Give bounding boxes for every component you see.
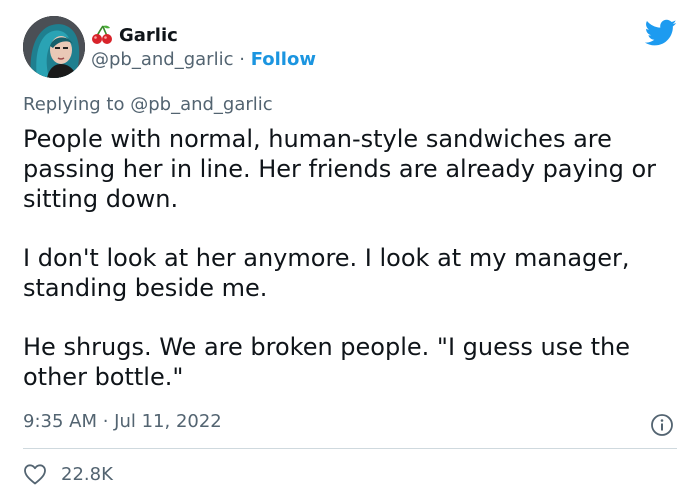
avatar[interactable] [23,16,85,78]
divider [23,448,677,449]
author-display-name[interactable]: Garlic [119,25,178,46]
tweet-paragraph: He shrugs. We are broken people. "I gues… [23,333,630,391]
tweet-embed: Garlic @pb_and_garlic · Follow Replying … [0,0,700,502]
author-name-row[interactable]: Garlic [91,22,178,48]
reply-context: Replying to @pb_and_garlic [23,94,273,115]
tweet-paragraph: People with normal, human-style sandwich… [23,125,657,213]
tweet-paragraph: I don't look at her anymore. I look at m… [23,244,630,302]
heart-icon [24,464,46,485]
reply-mention-link[interactable]: @pb_and_garlic [130,94,272,115]
like-button[interactable]: 22.8K [23,461,113,487]
cherries-emoji-icon [92,25,112,44]
reply-prefix: Replying to [23,94,125,115]
author-handle-row: @pb_and_garlic · Follow [91,49,316,70]
follow-button[interactable]: Follow [251,49,316,70]
tweet-text: People with normal, human-style sandwich… [23,124,683,421]
handle-separator: · [239,49,245,70]
like-count: 22.8K [61,463,113,485]
info-icon[interactable] [650,413,674,437]
tweet-timestamp[interactable]: 9:35 AM · Jul 11, 2022 [23,411,222,432]
twitter-bird-icon[interactable] [645,19,677,47]
avatar-image [23,16,85,78]
author-handle[interactable]: @pb_and_garlic [91,49,233,70]
